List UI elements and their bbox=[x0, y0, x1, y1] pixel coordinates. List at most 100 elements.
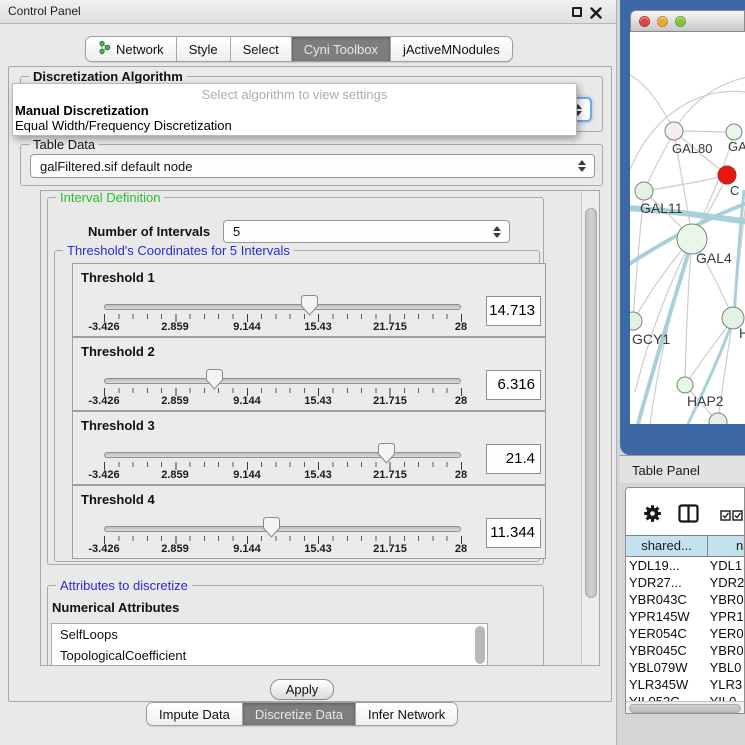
cell[interactable]: YDL1 bbox=[710, 558, 744, 575]
cell[interactable]: YPR1 bbox=[710, 609, 744, 626]
scale-label: 21.715 bbox=[373, 395, 407, 407]
node-gal80[interactable] bbox=[665, 122, 683, 140]
numerical-attributes-list[interactable]: SelfLoops TopologicalCoefficient Between… bbox=[51, 623, 488, 666]
table-row[interactable]: YBR043CYBR0 bbox=[626, 592, 744, 609]
cell[interactable]: YBL0 bbox=[710, 660, 744, 677]
cell[interactable]: YBR043C bbox=[626, 592, 710, 609]
table-column-headers: shared... na bbox=[626, 535, 745, 557]
threshold-4-slider-track[interactable] bbox=[104, 526, 461, 532]
cell[interactable]: YBL079W bbox=[626, 660, 710, 677]
cell[interactable]: YER0 bbox=[710, 626, 744, 643]
scrollbar-thumb[interactable] bbox=[629, 704, 741, 713]
popup-option-equal-width-frequency[interactable]: Equal Width/Frequency Discretization bbox=[15, 118, 232, 133]
list-item-topologicalcoefficient[interactable]: TopologicalCoefficient bbox=[52, 645, 487, 666]
threshold-1-label: Threshold 1 bbox=[81, 270, 155, 285]
settings-vertical-scrollbar[interactable] bbox=[581, 191, 599, 665]
table-row[interactable]: YDR27...YDR2 bbox=[626, 575, 744, 592]
combo-arrows-icon bbox=[578, 160, 586, 172]
scale-label: 15.43 bbox=[304, 469, 332, 481]
table-row[interactable]: YPR145WYPR1 bbox=[626, 609, 744, 626]
node-gcy1[interactable] bbox=[630, 312, 642, 330]
threshold-1-slider-track[interactable] bbox=[104, 304, 461, 310]
threshold-4-value-field[interactable]: 11.344 bbox=[486, 518, 541, 548]
list-item-selfloops[interactable]: SelfLoops bbox=[52, 624, 487, 645]
node-label: GAL11 bbox=[640, 200, 683, 216]
list-scrollbar[interactable] bbox=[475, 626, 485, 664]
network-view-window[interactable]: GAL80 GA C GAL11 GAL4 GCY1 H HAP2 bbox=[620, 0, 745, 455]
node-gal11[interactable] bbox=[635, 182, 653, 200]
cell[interactable]: YDR2 bbox=[710, 575, 744, 592]
tab-impute-data[interactable]: Impute Data bbox=[147, 703, 243, 725]
checkbox-select-icon[interactable] bbox=[720, 508, 731, 526]
table-row[interactable]: YDL19...YDL1 bbox=[626, 558, 744, 575]
tab-style-label: Style bbox=[189, 42, 218, 57]
threshold-4-panel: Threshold 4 -3.426 2.859 9.144 15.43 21.… bbox=[72, 485, 546, 559]
threshold-2-panel: Threshold 2 -3.426 2.859 9.144 15.43 21.… bbox=[72, 337, 546, 411]
popup-option-manual-discretization[interactable]: Manual Discretization bbox=[15, 103, 149, 118]
threshold-2-value-field[interactable]: 6.316 bbox=[486, 370, 541, 400]
attributes-group-title: Attributes to discretize bbox=[56, 578, 192, 593]
node-selected-red[interactable] bbox=[718, 166, 736, 184]
threshold-1-slider-thumb[interactable] bbox=[301, 295, 318, 316]
number-of-intervals-combobox[interactable]: 5 bbox=[223, 220, 510, 243]
close-icon[interactable] bbox=[590, 6, 602, 18]
threshold-3-value-field[interactable]: 21.4 bbox=[486, 444, 541, 474]
combo-arrows-icon bbox=[493, 226, 501, 238]
threshold-2-slider-thumb[interactable] bbox=[206, 369, 223, 390]
cell[interactable]: YDL19... bbox=[626, 558, 710, 575]
scale-label: 28 bbox=[455, 469, 467, 481]
threshold-4-slider-thumb[interactable] bbox=[263, 517, 280, 538]
threshold-3-label: Threshold 3 bbox=[81, 418, 155, 433]
cell[interactable]: YBR0 bbox=[710, 643, 744, 660]
tab-infer-network[interactable]: Infer Network bbox=[356, 703, 457, 725]
tab-discretize-data[interactable]: Discretize Data bbox=[243, 703, 356, 725]
table-panel-header: Table Panel bbox=[620, 455, 745, 483]
tab-cyni-toolbox-label: Cyni Toolbox bbox=[304, 42, 378, 57]
node-top-right[interactable] bbox=[726, 124, 742, 140]
scale-label: 9.144 bbox=[233, 543, 261, 555]
network-window-titlebar[interactable] bbox=[630, 10, 745, 32]
column-header-shared-name[interactable]: shared... bbox=[626, 536, 708, 556]
table-horizontal-scrollbar[interactable] bbox=[626, 701, 744, 714]
threshold-1-value-field[interactable]: 14.713 bbox=[486, 296, 541, 326]
tab-cyni-toolbox[interactable]: Cyni Toolbox bbox=[292, 37, 391, 61]
algorithm-popup: Select algorithm to view settings Manual… bbox=[12, 83, 577, 136]
scale-label: 15.43 bbox=[304, 543, 332, 555]
thresholds-group-title: Threshold's Coordinates for 5 Intervals bbox=[63, 243, 294, 258]
zoom-traffic-light-icon[interactable] bbox=[675, 16, 686, 27]
float-window-icon[interactable] bbox=[572, 7, 582, 17]
cell[interactable]: YBR045C bbox=[626, 643, 710, 660]
cell[interactable]: YLR3 bbox=[710, 677, 744, 694]
network-canvas[interactable]: GAL80 GA C GAL11 GAL4 GCY1 H HAP2 bbox=[630, 32, 745, 424]
threshold-2-slider-track[interactable] bbox=[104, 378, 461, 384]
close-traffic-light-icon[interactable] bbox=[639, 16, 650, 27]
tab-network[interactable]: Network bbox=[86, 37, 177, 61]
scrollbar-thumb[interactable] bbox=[585, 208, 597, 598]
table-row[interactable]: YER054CYER0 bbox=[626, 626, 744, 643]
column-browser-icon[interactable] bbox=[678, 504, 699, 528]
cell[interactable]: YDR27... bbox=[626, 575, 710, 592]
table-row[interactable]: YBL079WYBL0 bbox=[626, 660, 744, 677]
minimize-traffic-light-icon[interactable] bbox=[657, 16, 668, 27]
cell[interactable]: YLR345W bbox=[626, 677, 710, 694]
table-data-combobox[interactable]: galFiltered.sif default node bbox=[30, 154, 595, 178]
network-nodes[interactable] bbox=[630, 122, 744, 424]
table-panel-toolbar bbox=[626, 488, 744, 535]
tab-style[interactable]: Style bbox=[177, 37, 231, 61]
cell[interactable]: YER054C bbox=[626, 626, 710, 643]
threshold-3-slider-track[interactable] bbox=[104, 452, 461, 458]
cell[interactable]: YPR145W bbox=[626, 609, 710, 626]
table-row[interactable]: YBR045CYBR0 bbox=[626, 643, 744, 660]
node-label: H bbox=[739, 325, 745, 341]
checkbox-select-all-icon[interactable] bbox=[732, 508, 743, 526]
cell[interactable]: YBR0 bbox=[710, 592, 744, 609]
column-header-name[interactable]: na bbox=[708, 536, 745, 556]
settings-gear-icon[interactable] bbox=[644, 505, 661, 527]
tab-jactivemnodules[interactable]: jActiveMNodules bbox=[391, 37, 512, 61]
table-row[interactable]: YLR345WYLR3 bbox=[626, 677, 744, 694]
apply-button[interactable]: Apply bbox=[270, 679, 334, 700]
node-hap2[interactable] bbox=[677, 377, 693, 393]
threshold-3-slider-thumb[interactable] bbox=[378, 443, 395, 464]
tab-infer-network-label: Infer Network bbox=[368, 707, 445, 722]
tab-select[interactable]: Select bbox=[231, 37, 292, 61]
